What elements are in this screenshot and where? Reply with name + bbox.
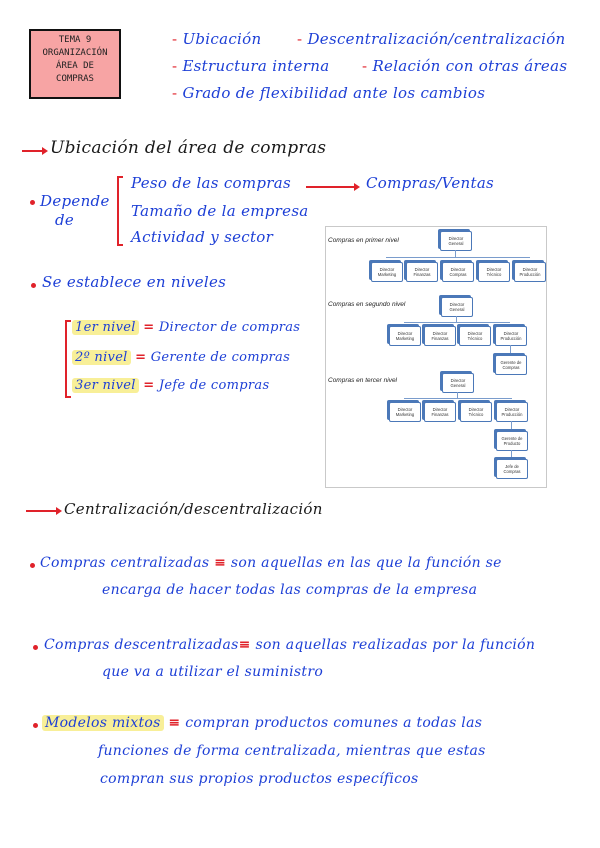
- title-line: ORGANIZACIÓN: [42, 48, 108, 58]
- bullet-icon: [33, 723, 38, 728]
- title-line: TEMA 9: [58, 35, 92, 45]
- org-chart-image: Compras en primer nivel Director General…: [325, 226, 547, 488]
- org-node: Gerente de Producto: [496, 431, 528, 451]
- depends-label: Depende: [40, 192, 110, 210]
- bullet-icon: [30, 563, 35, 568]
- org-node: Director General: [441, 297, 473, 317]
- definition-line: funciones de forma centralizada, mientra…: [98, 743, 486, 759]
- org-node: Director Finanzas: [424, 326, 456, 346]
- bullet-icon: [30, 200, 35, 205]
- topic-item: - Descentralización/centralización: [297, 30, 566, 48]
- topic-item: - Ubicación: [172, 30, 262, 48]
- factor-item: Peso de las compras: [131, 174, 292, 192]
- topic-item: - Estructura interna: [172, 57, 330, 75]
- org-node: Director Producción: [496, 402, 528, 422]
- level-item: 2º nivel = Gerente de compras: [72, 350, 290, 365]
- org-node: Director Técnico: [460, 402, 492, 422]
- definition-line: Compras centralizadas ≡ son aquellas en …: [40, 555, 502, 571]
- org-node: Director General: [442, 373, 474, 393]
- bullet-icon: [31, 283, 36, 288]
- level-item: 3er nivel = Jefe de compras: [72, 378, 269, 393]
- definition-line: Compras descentralizadas≡ son aquellas r…: [44, 637, 536, 653]
- bullet-icon: [33, 645, 38, 650]
- section-heading: Centralización/descentralización: [64, 500, 323, 518]
- org-node: Jefe de Compras: [496, 459, 528, 479]
- depends-label: de: [55, 211, 75, 229]
- topic-item: - Grado de flexibilidad ante los cambios: [172, 84, 486, 102]
- topic-item: - Relación con otras áreas: [362, 57, 568, 75]
- org-node: Director Técnico: [478, 262, 510, 282]
- arrow-icon: [306, 183, 360, 191]
- levels-intro: Se establece en niveles: [42, 273, 227, 291]
- org-node: Director Técnico: [459, 326, 491, 346]
- factor-item: Tamaño de la empresa: [131, 202, 309, 220]
- definition-line: que va a utilizar el suministro: [102, 664, 324, 680]
- factor-result: Compras/Ventas: [366, 174, 495, 192]
- org-node: Director Marketing: [389, 402, 421, 422]
- org-level-label: Compras en segundo nivel: [328, 301, 406, 308]
- topic-title-box: TEMA 9 ORGANIZACIÓN ÁREA DE COMPRAS: [29, 29, 121, 99]
- arrow-icon: [22, 147, 48, 155]
- factor-item: Actividad y sector: [131, 228, 274, 246]
- brace-icon: [117, 176, 123, 246]
- section-heading: Ubicación del área de compras: [50, 138, 327, 158]
- org-node: Director Marketing: [371, 262, 403, 282]
- title-line: ÁREA DE: [56, 61, 94, 71]
- org-node: Director Finanzas: [424, 402, 456, 422]
- definition-line: encarga de hacer todas las compras de la…: [102, 582, 478, 598]
- arrow-icon: [26, 507, 62, 515]
- brace-icon: [65, 320, 71, 398]
- org-level-label: Compras en primer nivel: [328, 237, 399, 244]
- org-node: Director Finanzas: [406, 262, 438, 282]
- org-node: Gerente de Compras: [495, 355, 527, 375]
- org-node: Director Compras: [442, 262, 474, 282]
- org-node: Director Producción: [514, 262, 546, 282]
- org-node: Director General: [440, 231, 472, 251]
- org-node: Director Producción: [495, 326, 527, 346]
- org-node: Director Marketing: [389, 326, 421, 346]
- org-level-label: Compras en tercer nivel: [328, 377, 397, 384]
- definition-line: Modelos mixtos ≡ compran productos comun…: [42, 715, 482, 731]
- definition-line: compran sus propios productos específico…: [100, 771, 419, 787]
- level-item: 1er nivel = Director de compras: [72, 320, 300, 335]
- title-line: COMPRAS: [56, 74, 94, 84]
